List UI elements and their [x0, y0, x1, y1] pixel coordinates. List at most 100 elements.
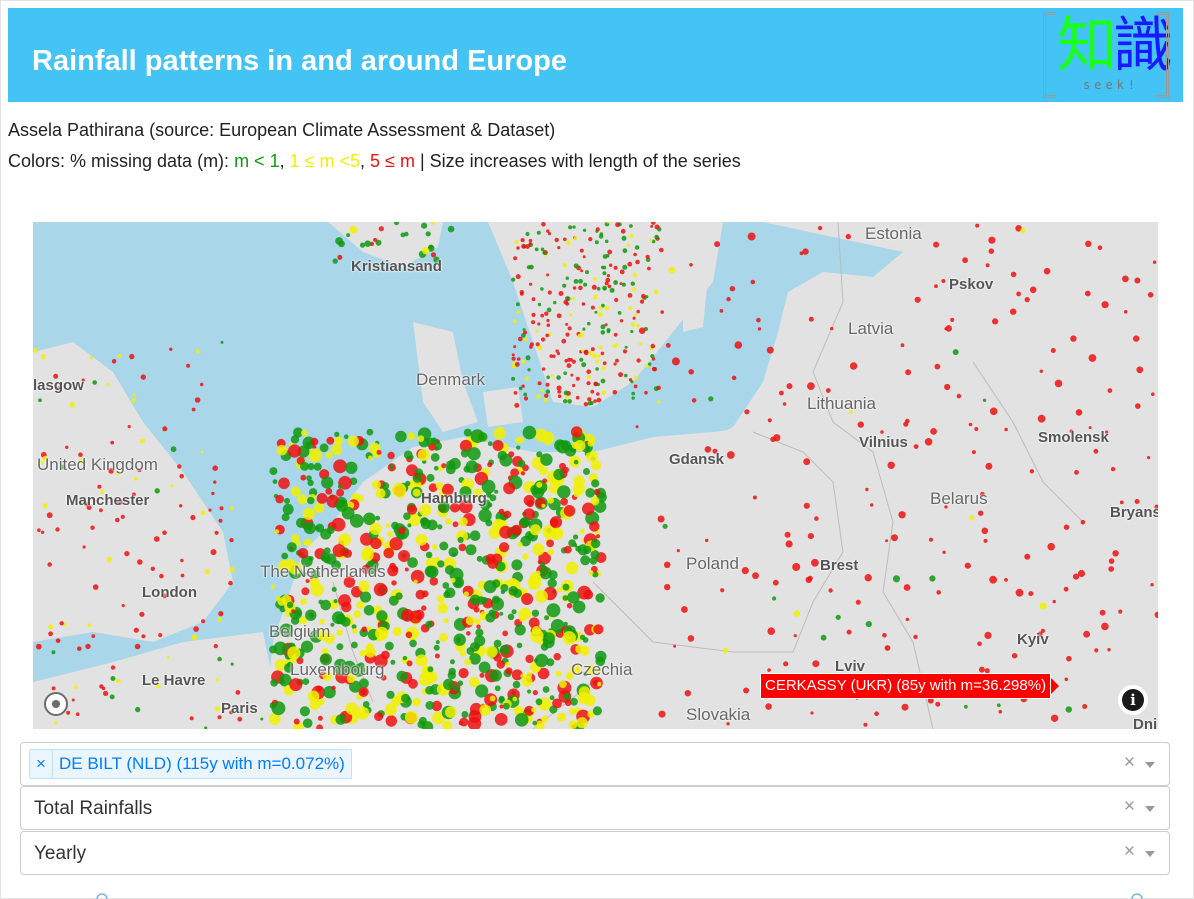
station-dot[interactable]	[544, 615, 550, 621]
station-dot[interactable]	[887, 461, 895, 469]
station-dot[interactable]	[870, 503, 874, 507]
station-dot[interactable]	[676, 549, 680, 553]
station-dot[interactable]	[665, 343, 671, 348]
station-dot[interactable]	[588, 350, 594, 356]
station-dot[interactable]	[270, 678, 279, 687]
station-dot[interactable]	[282, 503, 294, 515]
station-dot[interactable]	[91, 634, 96, 638]
station-dot[interactable]	[631, 391, 635, 396]
station-dot[interactable]	[615, 222, 620, 228]
station-dot[interactable]	[335, 714, 347, 725]
station-dot[interactable]	[450, 659, 455, 665]
station-dot[interactable]	[545, 389, 551, 394]
station-dot[interactable]	[358, 580, 370, 592]
station-dot[interactable]	[300, 597, 307, 605]
station-dot[interactable]	[336, 629, 343, 636]
station-dot[interactable]	[529, 342, 534, 347]
station-dot[interactable]	[106, 382, 110, 387]
station-dot[interactable]	[415, 654, 428, 667]
station-dot[interactable]	[582, 327, 586, 331]
station-dot[interactable]	[573, 475, 585, 487]
station-dot[interactable]	[982, 398, 987, 402]
station-dot[interactable]	[825, 388, 831, 393]
station-dot[interactable]	[435, 482, 444, 490]
station-dot[interactable]	[592, 706, 603, 716]
station-dot[interactable]	[905, 418, 910, 424]
station-dot[interactable]	[336, 643, 344, 651]
station-dot[interactable]	[499, 525, 513, 539]
station-dot[interactable]	[33, 348, 38, 353]
station-dot[interactable]	[396, 670, 408, 682]
station-dot[interactable]	[638, 342, 642, 346]
station-dot[interactable]	[307, 690, 320, 703]
station-dot[interactable]	[651, 222, 656, 225]
station-dot[interactable]	[1050, 348, 1056, 353]
station-dot[interactable]	[1107, 648, 1111, 652]
station-dot[interactable]	[641, 293, 646, 299]
station-dot[interactable]	[1152, 260, 1157, 264]
station-dot[interactable]	[447, 225, 455, 233]
station-dot[interactable]	[427, 666, 434, 673]
station-dot[interactable]	[520, 471, 526, 476]
station-dot[interactable]	[302, 507, 315, 520]
station-dot[interactable]	[864, 574, 872, 582]
station-dot[interactable]	[352, 628, 358, 634]
station-dot[interactable]	[863, 722, 868, 727]
station-dot[interactable]	[521, 359, 526, 364]
station-dot[interactable]	[784, 531, 791, 538]
station-dot[interactable]	[317, 715, 323, 721]
station-dot[interactable]	[1063, 586, 1069, 592]
station-dot[interactable]	[1083, 630, 1090, 638]
station-dot[interactable]	[351, 641, 358, 649]
station-dot[interactable]	[668, 266, 676, 274]
station-dot[interactable]	[580, 555, 591, 566]
station-dot[interactable]	[515, 274, 521, 280]
station-dot[interactable]	[516, 246, 520, 250]
station-dot[interactable]	[273, 641, 288, 656]
station-dot[interactable]	[557, 394, 562, 398]
station-dot[interactable]	[208, 508, 212, 512]
station-dot[interactable]	[115, 517, 120, 523]
station-dot[interactable]	[110, 676, 116, 681]
station-dot[interactable]	[511, 376, 516, 381]
station-dot[interactable]	[353, 610, 362, 618]
station-dot[interactable]	[633, 384, 638, 389]
station-dot[interactable]	[415, 589, 426, 600]
station-dot[interactable]	[159, 573, 164, 579]
station-dot[interactable]	[433, 465, 439, 471]
station-dot[interactable]	[531, 312, 536, 317]
station-dot[interactable]	[385, 523, 391, 528]
station-dot[interactable]	[630, 322, 636, 327]
station-dot[interactable]	[593, 381, 599, 387]
station-dot[interactable]	[658, 710, 666, 718]
station-dot[interactable]	[874, 711, 879, 716]
station-dot[interactable]	[498, 508, 505, 515]
station-dot[interactable]	[537, 381, 542, 386]
station-dot[interactable]	[191, 407, 196, 412]
station-dot[interactable]	[585, 488, 595, 498]
station-dot[interactable]	[928, 537, 934, 542]
station-dot[interactable]	[401, 609, 414, 622]
station-dot[interactable]	[481, 597, 488, 604]
station-dot[interactable]	[750, 279, 756, 285]
station-dot[interactable]	[286, 601, 294, 609]
station-dot[interactable]	[1154, 611, 1158, 619]
station-dot[interactable]	[535, 698, 543, 706]
station-dot[interactable]	[475, 618, 481, 625]
station-dot[interactable]	[652, 367, 657, 372]
station-dot[interactable]	[597, 681, 602, 687]
station-dot[interactable]	[540, 247, 545, 252]
station-dot[interactable]	[579, 248, 584, 253]
station-dot[interactable]	[520, 238, 525, 243]
station-dot[interactable]	[671, 357, 680, 366]
period-select[interactable]: Yearly ×	[20, 831, 1170, 875]
station-dot[interactable]	[229, 566, 235, 573]
station-dot[interactable]	[458, 668, 469, 679]
station-dot[interactable]	[903, 584, 911, 591]
station-dot[interactable]	[40, 354, 46, 360]
station-dot[interactable]	[619, 269, 625, 275]
station-dot[interactable]	[914, 296, 921, 303]
station-dot[interactable]	[552, 698, 562, 709]
station-dot[interactable]	[313, 502, 325, 514]
station-dot[interactable]	[578, 278, 583, 284]
